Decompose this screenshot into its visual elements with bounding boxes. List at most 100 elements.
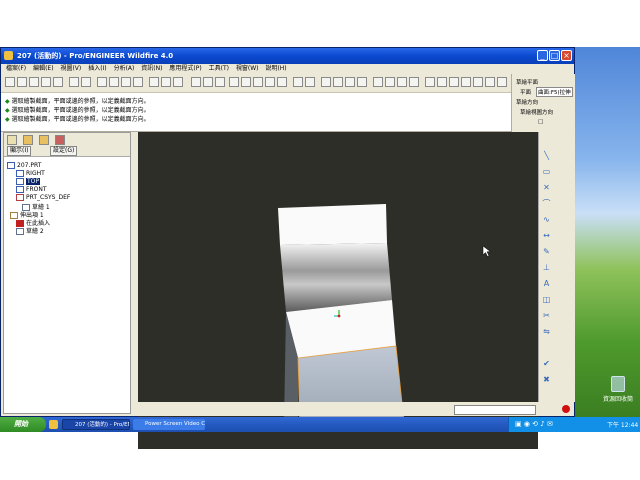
refit-icon[interactable]	[253, 77, 263, 87]
mirror-tool-icon[interactable]: ⇋	[541, 326, 552, 337]
menu-edit[interactable]: 編輯(E)	[33, 64, 53, 74]
constraint-icon[interactable]	[437, 77, 447, 87]
menu-view[interactable]: 視圖(V)	[60, 64, 81, 74]
line-tool-icon[interactable]: ╲	[541, 150, 552, 161]
layers-icon[interactable]	[293, 77, 303, 87]
view-manager-icon[interactable]	[305, 77, 315, 87]
new-file-icon[interactable]	[5, 77, 15, 87]
minimize-button[interactable]: _	[537, 50, 548, 61]
wireframe-icon[interactable]	[321, 77, 331, 87]
tree-item-csys[interactable]: PRT_CSYS_DEF	[16, 194, 70, 201]
tray-icons[interactable]: ▣ ◉ ⟲ ♪ ✉	[515, 420, 553, 428]
repaint-icon[interactable]	[191, 77, 201, 87]
taskbar: 開始 207 (活動的) - Pro/ENGI... Power Screen …	[0, 417, 640, 432]
trim-tool-icon[interactable]: ✂	[541, 310, 552, 321]
done-icon[interactable]: ✔	[541, 358, 552, 369]
panel-splitter[interactable]	[133, 132, 137, 414]
tree-item-sketch-2[interactable]: 草繪 2	[16, 226, 44, 235]
sketch-orient-icon[interactable]	[485, 77, 495, 87]
datum-points-icon[interactable]	[397, 77, 407, 87]
vertex-icon[interactable]	[473, 77, 483, 87]
menu-info[interactable]: 資訊(N)	[141, 64, 162, 74]
save-icon[interactable]	[29, 77, 39, 87]
navigator-tabs	[4, 133, 130, 145]
fillet-tool-icon[interactable]: ⌒	[541, 198, 552, 209]
view-direction-button[interactable]: □	[538, 119, 543, 125]
desktop-wallpaper	[575, 47, 640, 417]
quick-launch-icon[interactable]	[49, 420, 58, 429]
datum-plane-icon	[16, 170, 24, 177]
paste-icon[interactable]	[121, 77, 131, 87]
app-icon	[4, 51, 13, 60]
filter-field[interactable]	[454, 405, 536, 415]
cut-icon[interactable]	[97, 77, 107, 87]
connections-tab-icon[interactable]	[55, 135, 65, 145]
recycle-bin-desktop-icon[interactable]: 資源回收筒	[600, 376, 636, 406]
taskbar-item-screen-capture[interactable]: Power Screen Video Ca...	[133, 419, 205, 430]
tree-item-part[interactable]: 207.PRT	[7, 162, 41, 169]
menu-insert[interactable]: 插入(I)	[88, 64, 106, 74]
modify-tool-icon[interactable]: ✎	[541, 246, 552, 257]
redo-icon[interactable]	[81, 77, 91, 87]
print-icon[interactable]	[41, 77, 51, 87]
quit-icon[interactable]: ✖	[541, 374, 552, 385]
saved-views-icon[interactable]	[277, 77, 287, 87]
reorient-icon[interactable]	[265, 77, 275, 87]
datum-planes-icon[interactable]	[373, 77, 383, 87]
find-icon[interactable]	[161, 77, 171, 87]
orient-mode-icon[interactable]	[215, 77, 225, 87]
close-button[interactable]: ×	[561, 50, 572, 61]
message-line: ◆ 選取繪製截面，平面或邊的參照，以定義截面方向。	[5, 98, 150, 105]
constrain-tool-icon[interactable]: ⊥	[541, 262, 552, 273]
sketch-icon[interactable]	[425, 77, 435, 87]
tree-item-front[interactable]: FRONT	[16, 186, 47, 193]
info-icon: ◆	[5, 116, 10, 123]
tree-item-right[interactable]: RIGHT	[16, 170, 45, 177]
show-dropdown[interactable]: 顯示(I)	[7, 146, 32, 156]
sketch-icon	[16, 228, 24, 235]
datum-axes-icon[interactable]	[385, 77, 395, 87]
folder-browser-tab-icon[interactable]	[23, 135, 33, 145]
info-icon: ◆	[5, 107, 10, 114]
menu-window[interactable]: 視窗(W)	[236, 64, 259, 74]
menu-applications[interactable]: 應用程式(P)	[169, 64, 201, 74]
spline-tool-icon[interactable]: ∿	[541, 214, 552, 225]
undo-icon[interactable]	[69, 77, 79, 87]
shading-icon[interactable]	[357, 77, 367, 87]
copy-icon[interactable]	[109, 77, 119, 87]
rectangle-tool-icon[interactable]: ▭	[541, 166, 552, 177]
select-icon[interactable]	[173, 77, 183, 87]
clock[interactable]: 下午 12:44	[607, 420, 638, 429]
model-tree-tab-icon[interactable]	[7, 135, 17, 145]
title-bar[interactable]: 207 (活動的) - Pro/ENGINEER Wildfire 4.0 _ …	[1, 48, 574, 64]
grid-icon[interactable]	[461, 77, 471, 87]
menu-help[interactable]: 說明(H)	[265, 64, 286, 74]
menu-tools[interactable]: 工具(T)	[209, 64, 229, 74]
zoom-in-icon[interactable]	[229, 77, 239, 87]
plane-field[interactable]: 曲面:F5(拉伸	[536, 87, 573, 97]
text-tool-icon[interactable]: A	[541, 278, 552, 289]
palette-tool-icon[interactable]: ◫	[541, 294, 552, 305]
maximize-button[interactable]: □	[549, 50, 560, 61]
email-icon[interactable]	[53, 77, 63, 87]
stop-indicator-icon[interactable]	[562, 405, 570, 413]
dimension-tool-icon[interactable]: ↔	[541, 230, 552, 241]
menu-file[interactable]: 檔案(F)	[6, 64, 26, 74]
no-hidden-icon[interactable]	[345, 77, 355, 87]
spin-center-icon[interactable]	[203, 77, 213, 87]
tree-item-top[interactable]: TOP	[16, 178, 41, 185]
taskbar-item-proe[interactable]: 207 (活動的) - Pro/ENGI...	[62, 419, 130, 430]
start-button[interactable]: 開始	[0, 417, 46, 432]
help-context-icon[interactable]	[497, 77, 507, 87]
regenerate-icon[interactable]	[149, 77, 159, 87]
point-tool-icon[interactable]: ✕	[541, 182, 552, 193]
settings-dropdown[interactable]: 設定(G)	[50, 146, 78, 156]
hidden-line-icon[interactable]	[333, 77, 343, 87]
paste-special-icon[interactable]	[133, 77, 143, 87]
open-file-icon[interactable]	[17, 77, 27, 87]
favorites-tab-icon[interactable]	[39, 135, 49, 145]
menu-analysis[interactable]: 分析(A)	[114, 64, 135, 74]
zoom-out-icon[interactable]	[241, 77, 251, 87]
coordinate-systems-icon[interactable]	[409, 77, 419, 87]
dimension-icon[interactable]	[449, 77, 459, 87]
